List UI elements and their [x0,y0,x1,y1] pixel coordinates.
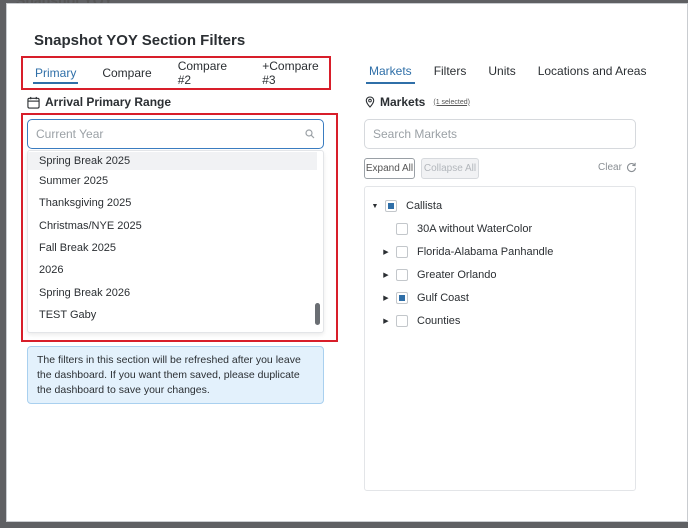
tree-item-florida-alabama-panhandle[interactable]: ▶ Florida-Alabama Panhandle [381,243,553,261]
refresh-info-notice: The filters in this section will be refr… [27,346,324,404]
arrival-options-list: Spring Break 2025 Summer 2025 Thanksgivi… [28,151,317,326]
option-test-gaby[interactable]: TEST Gaby [28,304,317,326]
tab-filters[interactable]: Filters [431,60,470,84]
clear-label: Clear [598,162,622,173]
calendar-icon [27,96,40,109]
checkbox-partial[interactable] [385,200,397,212]
tab-markets[interactable]: Markets [366,60,415,84]
tree-item-label: Greater Orlando [417,269,497,281]
option-2026[interactable]: 2026 [28,259,317,281]
filter-category-tabs: Markets Filters Units Locations and Area… [366,60,649,84]
option-spring-break-2025[interactable]: Spring Break 2025 [28,152,317,170]
tree-item-greater-orlando[interactable]: ▶ Greater Orlando [381,266,496,284]
option-thanksgiving-2025[interactable]: Thanksgiving 2025 [28,192,317,214]
tab-units[interactable]: Units [485,60,518,84]
clear-button[interactable]: Clear [598,162,637,173]
tree-item-label: Florida-Alabama Panhandle [417,246,554,258]
tab-add-compare-3[interactable]: +Compare #3 [260,55,329,91]
tab-primary[interactable]: Primary [33,62,79,84]
tree-item-gulf-coast[interactable]: ▶ Gulf Coast [381,289,469,307]
arrival-range-label-text: Arrival Primary Range [45,95,172,109]
caret-right-icon[interactable]: ▶ [381,294,391,302]
arrival-search-input[interactable] [36,127,305,141]
checkbox[interactable] [396,246,408,258]
arrival-range-label: Arrival Primary Range [27,95,171,109]
tree-item-label: Callista [406,200,443,212]
tree-item-30a-without-watercolor[interactable]: 30A without WaterColor [381,220,532,238]
checkbox[interactable] [396,315,408,327]
modal-title: Snapshot YOY Section Filters [34,32,246,49]
selected-count-badge[interactable]: (1 selected) [433,99,470,106]
option-spring-break-2026[interactable]: Spring Break 2026 [28,281,317,303]
markets-label: Markets (1 selected) [364,95,470,109]
location-pin-icon [365,96,375,108]
search-icon [305,129,315,139]
checkbox-partial[interactable] [396,292,408,304]
expand-all-button[interactable]: Expand All [364,158,415,179]
tab-compare[interactable]: Compare [100,62,153,84]
tab-compare-2[interactable]: Compare #2 [176,55,239,91]
option-summer-2025[interactable]: Summer 2025 [28,170,317,192]
caret-down-icon[interactable]: ▼ [370,203,380,210]
tab-locations-and-areas[interactable]: Locations and Areas [535,60,650,84]
markets-search-box[interactable] [364,119,636,149]
checkbox[interactable] [396,269,408,281]
checkbox[interactable] [396,223,408,235]
markets-label-text: Markets [380,95,426,109]
arrival-range-dropdown: Spring Break 2025 Summer 2025 Thanksgivi… [27,150,324,333]
collapse-all-button[interactable]: Collapse All [421,158,479,179]
option-christmas-nye-2025[interactable]: Christmas/NYE 2025 [28,215,317,237]
caret-right-icon[interactable]: ▶ [381,271,391,279]
tree-item-label: 30A without WaterColor [417,223,533,235]
dropdown-scrollbar[interactable] [315,303,320,325]
tree-item-label: Counties [417,315,461,327]
tree-item-callista[interactable]: ▼ Callista [370,197,442,215]
tree-item-label: Gulf Coast [417,292,469,304]
option-fall-break-2025[interactable]: Fall Break 2025 [28,237,317,259]
comparison-tabs: Primary Compare Compare #2 +Compare #3 [21,56,331,90]
arrival-search-box[interactable] [27,119,324,149]
caret-right-icon[interactable]: ▶ [381,248,391,256]
markets-search-input[interactable] [373,127,627,141]
caret-right-icon[interactable]: ▶ [381,317,391,325]
reset-icon [626,162,636,173]
tree-item-counties[interactable]: ▶ Counties [381,312,460,330]
